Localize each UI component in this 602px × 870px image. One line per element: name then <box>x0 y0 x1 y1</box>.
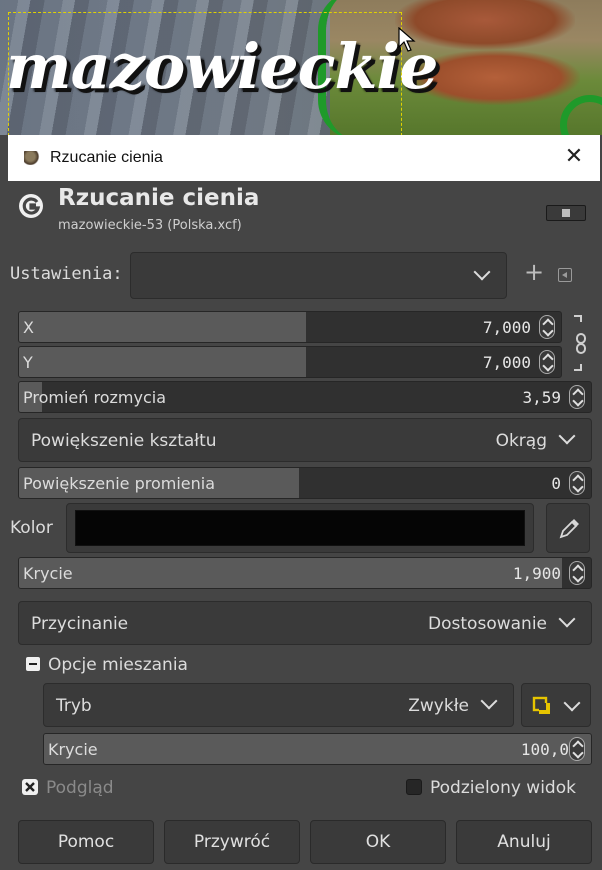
dialog-header: Rzucanie cienia mazowieckie-53 (Polska.x… <box>8 181 600 247</box>
split-view-checkbox[interactable]: Podzielony widok <box>406 778 576 798</box>
color-picker-button[interactable] <box>546 503 590 553</box>
reset-button[interactable]: Przywróć <box>164 820 300 864</box>
split-view-label: Podzielony widok <box>430 778 576 798</box>
preview-label: Podgląd <box>46 778 114 798</box>
blur-radius-value: 3,59 <box>522 388 561 407</box>
grow-spin-arrows-icon[interactable] <box>569 471 585 495</box>
grow-radius-label: Powiększenie promienia <box>23 474 216 493</box>
x-offset-fill <box>19 312 307 342</box>
collapse-icon <box>26 657 40 671</box>
blend-opacity-field[interactable]: Krycie 100,0 <box>43 733 592 765</box>
blend-mode-value: Zwykłe <box>408 696 469 716</box>
x-offset-value: 7,000 <box>482 318 531 337</box>
grow-radius-field[interactable]: Powiększenie promienia 0 <box>18 467 592 499</box>
grow-radius-value: 0 <box>551 474 561 493</box>
dialog-subheading: mazowieckie-53 (Polska.xcf) <box>58 218 242 233</box>
grow-shape-combo[interactable]: Powiększenie kształtu Okrąg <box>18 418 592 462</box>
grow-shape-value: Okrąg <box>495 431 547 451</box>
mouse-cursor-icon <box>398 27 416 52</box>
x-spin-arrows-icon[interactable] <box>539 315 555 339</box>
clipping-label: Przycinanie <box>31 614 129 634</box>
selection-marquee <box>8 12 402 135</box>
blending-options-label: Opcje mieszania <box>48 655 188 675</box>
eyedropper-icon <box>559 519 579 539</box>
blend-opacity-value: 100,0 <box>520 740 569 759</box>
opacity-value: 1,900 <box>512 564 561 583</box>
y-offset-fill <box>19 347 307 377</box>
presets-label: Ustawienia: <box>10 264 123 284</box>
blur-radius-label: Promień rozmycia <box>23 388 166 407</box>
cancel-button[interactable]: Anuluj <box>456 820 592 864</box>
blur-radius-field[interactable]: Promień rozmycia 3,59 <box>18 381 592 413</box>
presets-combo[interactable] <box>130 252 507 299</box>
opacity-label: Krycie <box>23 564 73 583</box>
window-titlebar[interactable]: Rzucanie cienia ✕ <box>8 135 600 181</box>
add-preset-button[interactable]: + <box>524 258 544 286</box>
blur-spin-arrows-icon[interactable] <box>569 385 585 409</box>
blend-mode-combo[interactable]: Tryb Zwykłe <box>43 683 514 727</box>
y-offset-label: Y <box>23 353 33 372</box>
blend-opacity-label: Krycie <box>48 740 98 759</box>
pin-button[interactable] <box>546 205 586 221</box>
pin-icon <box>562 209 570 217</box>
preview-checkbox[interactable]: Podgląd <box>22 778 114 798</box>
blend-mode-label: Tryb <box>56 696 92 716</box>
chevron-down-icon <box>563 694 581 712</box>
chevron-down-icon <box>558 427 576 445</box>
composite-mode-icon <box>532 696 550 714</box>
color-label: Kolor <box>10 518 53 538</box>
y-offset-field[interactable]: Y 7,000 <box>18 346 562 378</box>
blend-opacity-spin-arrows-icon[interactable] <box>569 737 585 761</box>
color-swatch <box>75 510 525 546</box>
x-offset-label: X <box>23 318 34 337</box>
opacity-fill <box>19 558 563 588</box>
ok-button[interactable]: OK <box>310 820 446 864</box>
x-offset-field[interactable]: X 7,000 <box>18 311 562 343</box>
chevron-down-icon <box>480 692 498 710</box>
gimp-g-icon <box>19 194 43 218</box>
gimp-app-icon <box>22 149 42 167</box>
checkbox-checked-icon <box>22 779 38 795</box>
clipping-value: Dostosowanie <box>428 614 547 634</box>
opacity-field[interactable]: Krycie 1,900 <box>18 557 592 589</box>
window-title: Rzucanie cienia <box>50 149 163 166</box>
chain-icon[interactable] <box>572 312 586 374</box>
opacity-spin-arrows-icon[interactable] <box>569 561 585 585</box>
clipping-combo[interactable]: Przycinanie Dostosowanie <box>18 601 592 645</box>
dialog-heading: Rzucanie cienia <box>58 185 260 211</box>
grow-shape-label: Powiększenie kształtu <box>31 431 217 451</box>
close-button[interactable]: ✕ <box>562 145 586 169</box>
blend-opacity-fill <box>44 734 591 764</box>
image-canvas[interactable]: mazowieckie <box>0 0 602 135</box>
composite-mode-button[interactable] <box>521 683 591 727</box>
color-button[interactable] <box>66 503 534 553</box>
y-offset-value: 7,000 <box>482 353 531 372</box>
chevron-down-icon <box>473 263 491 281</box>
help-button[interactable]: Pomoc <box>18 820 154 864</box>
presets-menu-icon[interactable] <box>558 268 572 282</box>
chevron-down-icon <box>558 610 576 628</box>
y-spin-arrows-icon[interactable] <box>539 350 555 374</box>
checkbox-unchecked-icon <box>406 779 422 795</box>
blending-options-expander[interactable]: Opcje mieszania <box>26 655 188 675</box>
